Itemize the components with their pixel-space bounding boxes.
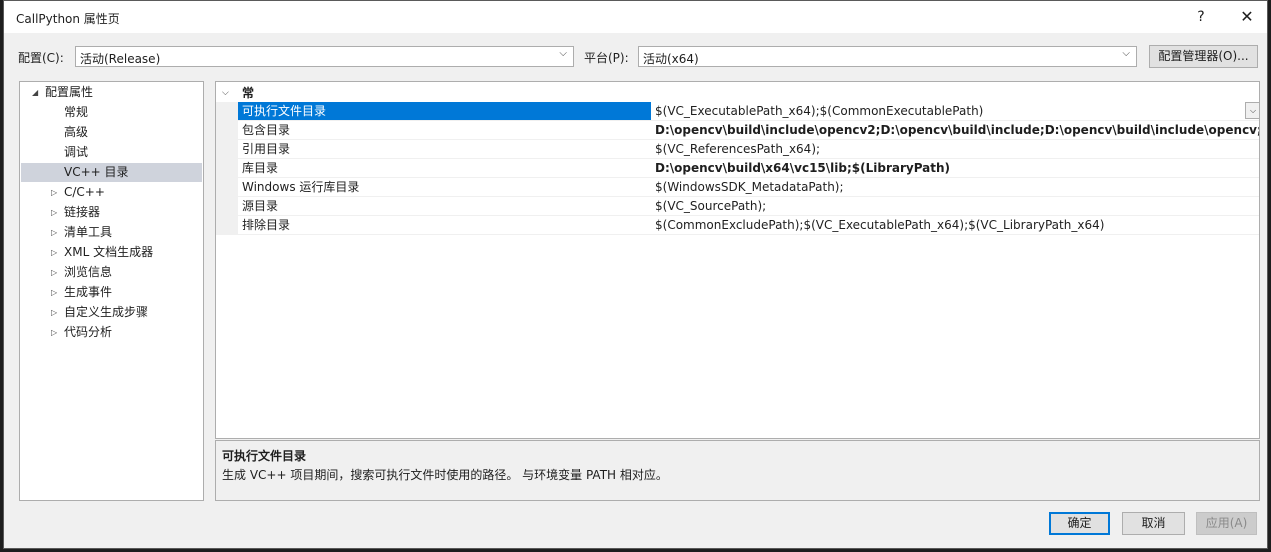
tree-item-manifest-tool[interactable]: ▷ 清单工具 xyxy=(51,223,113,242)
tree-item-advanced[interactable]: 高级 xyxy=(64,123,88,142)
tree-item-cpp[interactable]: ▷ C/C++ xyxy=(51,183,105,202)
tree-item-browse-info[interactable]: ▷ 浏览信息 xyxy=(51,263,113,282)
property-name: 库目录 xyxy=(242,161,279,175)
platform-label: 平台(P): xyxy=(584,51,629,65)
property-name: 可执行文件目录 xyxy=(238,102,651,120)
property-pages-dialog: CallPython 属性页 ? ✕ 配置(C): 活动(Release) ⌵ … xyxy=(3,0,1268,549)
cancel-button[interactable]: 取消 xyxy=(1122,512,1185,535)
tree-root[interactable]: ◢ 配置属性 xyxy=(32,83,94,102)
tree-item-label: 链接器 xyxy=(64,205,101,219)
tree-item-label: 自定义生成步骤 xyxy=(64,305,149,319)
title-bar: CallPython 属性页 ? ✕ xyxy=(4,1,1267,33)
tree-item-code-analysis[interactable]: ▷ 代码分析 xyxy=(51,323,113,342)
tree-item-label: 生成事件 xyxy=(64,285,113,299)
property-row-winrt-dirs[interactable]: Windows 运行库目录 $(WindowsSDK_MetadataPath)… xyxy=(238,178,1259,197)
property-row-executable-dirs[interactable]: 可执行文件目录 $(VC_ExecutablePath_x64);$(Commo… xyxy=(238,102,1259,121)
property-value[interactable]: D:\opencv\build\x64\vc15\lib;$(LibraryPa… xyxy=(655,159,1259,177)
chevron-down-icon: ⌵ xyxy=(1122,48,1130,59)
tree-item-label: 代码分析 xyxy=(64,325,113,339)
chevron-down-icon: ⌵ xyxy=(559,48,567,59)
property-name: Windows 运行库目录 xyxy=(242,180,360,194)
tree-item-custom-build[interactable]: ▷ 自定义生成步骤 xyxy=(51,303,149,322)
property-grid: ⌵ 常规 可执行文件目录 $(VC_ExecutablePath_x64);$(… xyxy=(215,81,1260,439)
tree-item-vc-directories[interactable]: VC++ 目录 xyxy=(21,163,202,182)
collapsed-triangle-icon: ▷ xyxy=(51,208,58,217)
tree-item-xml-doc[interactable]: ▷ XML 文档生成器 xyxy=(51,243,154,262)
description-heading: 可执行文件目录 xyxy=(222,449,307,463)
property-row-exclude-dirs[interactable]: 排除目录 $(CommonExcludePath);$(VC_Executabl… xyxy=(238,216,1259,235)
close-icon[interactable]: ✕ xyxy=(1233,5,1261,29)
window-title: CallPython 属性页 xyxy=(16,12,120,26)
chevron-down-icon[interactable]: ⌵ xyxy=(1245,102,1259,119)
tree-item-label: C/C++ xyxy=(64,185,105,199)
collapsed-triangle-icon: ▷ xyxy=(51,288,58,297)
property-value[interactable]: D:\opencv\build\include\opencv2;D:\openc… xyxy=(655,121,1259,139)
apply-button[interactable]: 应用(A) xyxy=(1196,512,1257,535)
property-value[interactable]: $(VC_SourcePath); xyxy=(655,197,1259,215)
tree-item-label: 浏览信息 xyxy=(64,265,113,279)
collapsed-triangle-icon: ▷ xyxy=(51,228,58,237)
tree-root-label: 配置属性 xyxy=(45,85,94,99)
property-name: 包含目录 xyxy=(242,123,291,137)
help-icon[interactable]: ? xyxy=(1187,5,1215,29)
property-value[interactable]: $(VC_ExecutablePath_x64);$(CommonExecuta… xyxy=(655,102,1259,120)
collapsed-triangle-icon: ▷ xyxy=(51,188,58,197)
config-manager-button[interactable]: 配置管理器(O)... xyxy=(1149,45,1258,68)
config-combo[interactable]: 活动(Release) ⌵ xyxy=(75,46,574,67)
tree-item-label: VC++ 目录 xyxy=(64,165,129,179)
expanded-triangle-icon: ◢ xyxy=(32,88,39,97)
tree-item-label: XML 文档生成器 xyxy=(64,245,154,259)
collapsed-triangle-icon: ▷ xyxy=(51,268,58,277)
collapsed-triangle-icon: ▷ xyxy=(51,248,58,257)
property-name: 引用目录 xyxy=(242,142,291,156)
property-name: 排除目录 xyxy=(242,218,291,232)
config-value: 活动(Release) xyxy=(80,52,161,66)
property-name: 源目录 xyxy=(242,199,279,213)
property-tree: ◢ 配置属性 常规 高级 调试 VC++ 目录 ▷ C/C++ ▷ 链接器 ▷ 清单工… xyxy=(19,81,204,501)
config-label: 配置(C): xyxy=(18,51,64,65)
tree-item-label: 常规 xyxy=(64,105,89,119)
tree-item-label: 清单工具 xyxy=(64,225,113,239)
collapsed-triangle-icon: ▷ xyxy=(51,308,58,317)
description-body: 生成 VC++ 项目期间，搜索可执行文件时使用的路径。 与环境变量 PATH 相… xyxy=(222,468,668,482)
expanded-triangle-icon: ⌵ xyxy=(222,88,229,98)
tree-item-build-events[interactable]: ▷ 生成事件 xyxy=(51,283,113,302)
tree-item-general[interactable]: 常规 xyxy=(64,103,88,122)
tree-item-label: 调试 xyxy=(64,145,89,159)
property-row-library-dirs[interactable]: 库目录 D:\opencv\build\x64\vc15\lib;$(Libra… xyxy=(238,159,1259,178)
tree-item-linker[interactable]: ▷ 链接器 xyxy=(51,203,101,222)
property-value[interactable]: $(WindowsSDK_MetadataPath); xyxy=(655,178,1259,196)
property-row-include-dirs[interactable]: 包含目录 D:\opencv\build\include\opencv2;D:\… xyxy=(238,121,1259,140)
ok-button[interactable]: 确定 xyxy=(1049,512,1110,535)
description-panel: 可执行文件目录 生成 VC++ 项目期间，搜索可执行文件时使用的路径。 与环境变… xyxy=(215,440,1260,501)
property-value[interactable]: $(CommonExcludePath);$(VC_ExecutablePath… xyxy=(655,216,1259,234)
property-row-reference-dirs[interactable]: 引用目录 $(VC_ReferencesPath_x64); xyxy=(238,140,1259,159)
tree-item-debug[interactable]: 调试 xyxy=(64,143,88,162)
platform-value: 活动(x64) xyxy=(643,52,699,66)
property-value[interactable]: $(VC_ReferencesPath_x64); xyxy=(655,140,1259,158)
grid-gutter xyxy=(216,102,238,235)
tree-item-label: 高级 xyxy=(64,125,89,139)
collapsed-triangle-icon: ▷ xyxy=(51,328,58,337)
platform-combo[interactable]: 活动(x64) ⌵ xyxy=(638,46,1137,67)
property-row-source-dirs[interactable]: 源目录 $(VC_SourcePath); xyxy=(238,197,1259,216)
